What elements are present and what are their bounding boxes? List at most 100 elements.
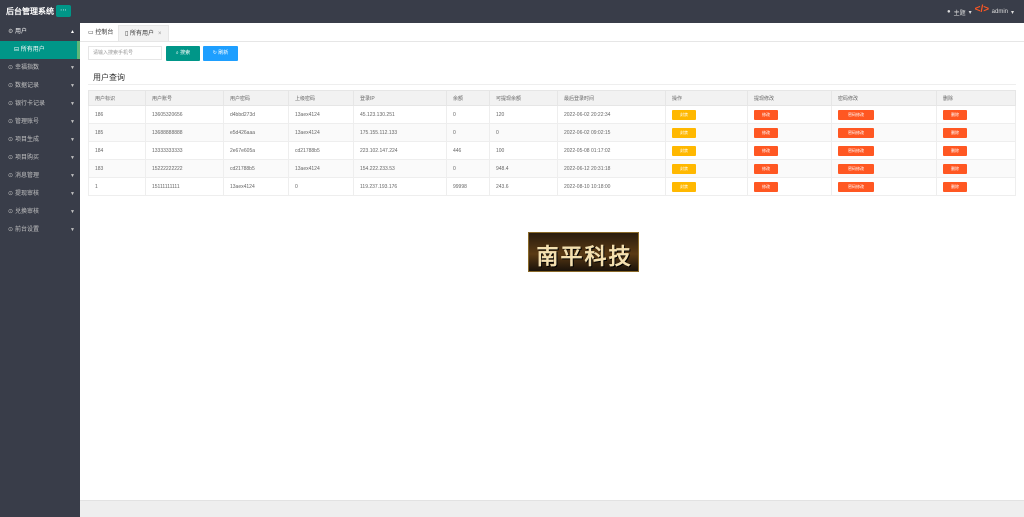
tab-console[interactable]: ▭ 控制台 bbox=[82, 25, 119, 41]
table-cell: 175.155.112.133 bbox=[353, 123, 447, 142]
header-right: ● 主题 ▾ admin ▾ bbox=[946, 4, 1014, 18]
sidebar-item-all-users[interactable]: ⊟ 所有用户 bbox=[0, 41, 80, 59]
chevron-down-icon: ▼ bbox=[70, 119, 75, 125]
edit-withdraw-button[interactable]: 修改 bbox=[754, 181, 778, 192]
table-cell: 948.4 bbox=[489, 159, 558, 178]
sidebar-item-admin-accounts[interactable]: ⊙ 管理账号 ▼ bbox=[0, 113, 80, 131]
sidebar-item-project-purchase[interactable]: ⊙ 项目购买 ▼ bbox=[0, 149, 80, 167]
edit-password-button[interactable]: 密码修改 bbox=[838, 163, 874, 174]
chevron-down-icon: ▼ bbox=[70, 101, 75, 107]
gear-icon: ⚙ bbox=[8, 29, 14, 35]
table-cell: 删除 bbox=[936, 177, 1016, 196]
sidebar-item-records[interactable]: ⊙ 数据记录 ▼ bbox=[0, 77, 80, 95]
table-row: 183 15222222222 cd21788b5 13aex4124 154.222.… bbox=[88, 159, 1016, 178]
sidebar-item-bank-records[interactable]: ⊙ 银行卡记录 ▼ bbox=[0, 95, 80, 113]
edit-withdraw-button[interactable]: 修改 bbox=[754, 109, 778, 120]
table-cell: 修改 bbox=[747, 105, 832, 124]
table-cell: 13688888888 bbox=[145, 123, 224, 142]
refresh-button[interactable]: ↻ 刷新 bbox=[203, 46, 238, 61]
search-input[interactable]: 请输入搜索手机号 bbox=[88, 46, 162, 60]
table-cell: 15111111111 bbox=[145, 177, 224, 196]
edit-withdraw-button[interactable]: 修改 bbox=[754, 163, 778, 174]
table-cell: 删除 bbox=[936, 105, 1016, 124]
edit-password-button[interactable]: 密码修改 bbox=[838, 127, 874, 138]
chevron-down-icon: ▼ bbox=[70, 227, 75, 233]
sidebar-item-happiness[interactable]: ⊙ 幸福指数 ▼ bbox=[0, 59, 80, 77]
table-cell: 2022-05-08 01:17:02 bbox=[557, 141, 666, 160]
col-header: 密码修改 bbox=[831, 90, 937, 106]
edit-password-button[interactable]: 密码修改 bbox=[838, 109, 874, 120]
table-cell: 2022-06-02 20:22:34 bbox=[557, 105, 666, 124]
close-icon[interactable]: × bbox=[158, 31, 162, 37]
table-cell: 封禁 bbox=[665, 105, 748, 124]
table-cell: e5d426aaa bbox=[223, 123, 289, 142]
table-cell: 密码修改 bbox=[831, 141, 937, 160]
edit-withdraw-button[interactable]: 修改 bbox=[754, 127, 778, 138]
table-cell: 183 bbox=[88, 159, 146, 178]
table-row: 1 15111111111 13aex4124 0 119.237.193.176 999… bbox=[88, 177, 1016, 196]
table-row: 184 13333333333 2e67e605a cd21788b5 223.102.… bbox=[88, 141, 1016, 160]
chevron-up-icon: ▲ bbox=[70, 29, 75, 35]
col-header: 操作 bbox=[665, 90, 748, 106]
table-cell: 0 bbox=[446, 105, 490, 124]
sidebar-item-users[interactable]: ⚙ 用户 ▲ bbox=[0, 23, 80, 41]
circle-icon: ⊙ bbox=[8, 83, 14, 89]
table-cell: 删除 bbox=[936, 141, 1016, 160]
theme-menu[interactable]: 主题 bbox=[954, 8, 966, 17]
tab-all-users[interactable]: ▯ 所有用户 × bbox=[118, 25, 169, 41]
table-cell: 封禁 bbox=[665, 177, 748, 196]
chevron-down-icon: ▾ bbox=[968, 9, 972, 16]
ban-button[interactable]: 封禁 bbox=[672, 181, 696, 192]
menu-toggle-button[interactable]: ⋯ bbox=[56, 5, 71, 17]
circle-icon: ⊙ bbox=[8, 101, 14, 107]
delete-button[interactable]: 删除 bbox=[943, 109, 967, 120]
table-cell: 1 bbox=[88, 177, 146, 196]
sidebar-item-frontend-settings[interactable]: ⊙ 前台设置 ▼ bbox=[0, 221, 80, 239]
chevron-down-icon: ▾ bbox=[1010, 9, 1014, 16]
table-cell: 0 bbox=[446, 159, 490, 178]
table-cell: 184 bbox=[88, 141, 146, 160]
ban-button[interactable]: 封禁 bbox=[672, 127, 696, 138]
col-header: 用户账号 bbox=[145, 90, 224, 106]
table-header-row: 用户标识 用户账号 用户密码 上级密码 登录IP 余额 可提现余额 最后登录时间… bbox=[88, 90, 1016, 106]
ban-button[interactable]: 封禁 bbox=[672, 163, 696, 174]
table-cell: 密码修改 bbox=[831, 105, 937, 124]
ban-button[interactable]: 封禁 bbox=[672, 109, 696, 120]
edit-withdraw-button[interactable]: 修改 bbox=[754, 145, 778, 156]
sidebar-item-project-create[interactable]: ⊙ 项目生成 ▼ bbox=[0, 131, 80, 149]
delete-button[interactable]: 删除 bbox=[943, 163, 967, 174]
col-header: 用户密码 bbox=[223, 90, 289, 106]
table-cell: 2022-06-02 09:02:15 bbox=[557, 123, 666, 142]
sidebar-item-exchange-review[interactable]: ⊙ 兑换审核 ▼ bbox=[0, 203, 80, 221]
table-cell: 删除 bbox=[936, 159, 1016, 178]
main-content: 请输入搜索手机号 ⌕ 搜索 ↻ 刷新 用户查询 用户标识 用户账号 用户密码 上… bbox=[80, 42, 1024, 517]
table-cell: 0 bbox=[288, 177, 354, 196]
table-cell: cd21788b5 bbox=[288, 141, 354, 160]
ban-button[interactable]: 封禁 bbox=[672, 145, 696, 156]
table-cell: 100 bbox=[489, 141, 558, 160]
sidebar-item-messages[interactable]: ⊙ 消息管理 ▼ bbox=[0, 167, 80, 185]
table-cell: cd21788b5 bbox=[223, 159, 289, 178]
theme-icon: ● bbox=[946, 9, 951, 15]
table-cell: 185 bbox=[88, 123, 146, 142]
table-cell: 154.222.233.53 bbox=[353, 159, 447, 178]
table-row: 186 13605320656 d4bbd273d 13aex4124 45.123.1… bbox=[88, 105, 1016, 124]
circle-icon: ⊙ bbox=[8, 209, 14, 215]
table-cell: 修改 bbox=[747, 177, 832, 196]
sidebar-item-withdraw-review[interactable]: ⊙ 提现审核 ▼ bbox=[0, 185, 80, 203]
delete-button[interactable]: 删除 bbox=[943, 127, 967, 138]
edit-password-button[interactable]: 密码修改 bbox=[838, 145, 874, 156]
delete-button[interactable]: 删除 bbox=[943, 181, 967, 192]
chevron-down-icon: ▼ bbox=[70, 137, 75, 143]
table-cell: 13aex4124 bbox=[288, 105, 354, 124]
table-cell: 修改 bbox=[747, 123, 832, 142]
circle-icon: ⊙ bbox=[8, 173, 14, 179]
edit-password-button[interactable]: 密码修改 bbox=[838, 181, 874, 192]
table-cell: 修改 bbox=[747, 159, 832, 178]
chevron-down-icon: ▼ bbox=[70, 191, 75, 197]
search-button[interactable]: ⌕ 搜索 bbox=[166, 46, 200, 61]
chevron-down-icon: ▼ bbox=[70, 155, 75, 161]
table-cell: 45.123.130.251 bbox=[353, 105, 447, 124]
user-menu[interactable]: admin bbox=[992, 9, 1008, 15]
delete-button[interactable]: 删除 bbox=[943, 145, 967, 156]
